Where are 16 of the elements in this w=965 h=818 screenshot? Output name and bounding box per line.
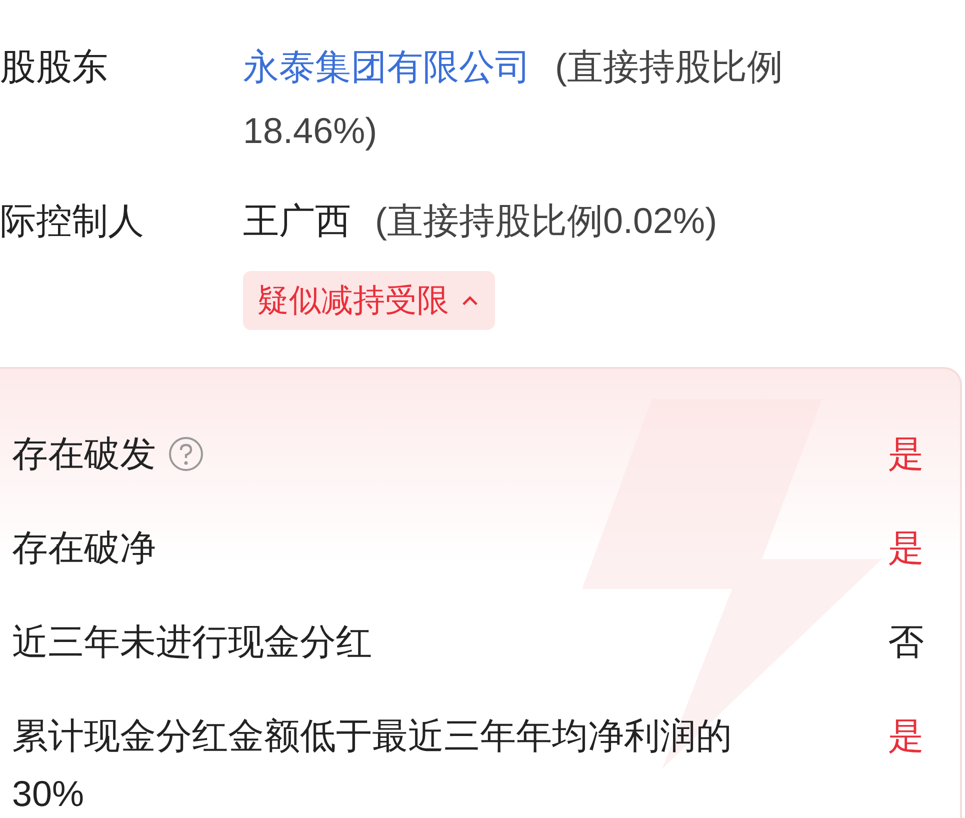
field-label: 际控制人	[0, 199, 145, 243]
shareholder-info: 王广西 (直接持股比例0.02%)	[243, 199, 718, 243]
check-label: 近三年未进行现金分红	[12, 620, 372, 664]
company-link[interactable]: 永泰集团有限公司	[243, 46, 531, 87]
help-icon[interactable]	[168, 436, 204, 472]
field-label: 股股东	[0, 45, 109, 89]
check-value: 否	[888, 620, 924, 664]
restriction-tag[interactable]: 疑似减持受限	[243, 271, 495, 330]
check-label: 累计现金分红金额低于最近三年年均净利润的30%	[12, 714, 733, 816]
check-value: 是	[888, 526, 924, 570]
person-name: 王广西	[243, 200, 351, 241]
check-label: 存在破净	[12, 526, 156, 570]
check-value: 是	[888, 432, 924, 476]
shareholder-info: 永泰集团有限公司 (直接持股比例18.46%)	[243, 45, 784, 153]
check-value: 是	[888, 714, 924, 758]
check-label: 存在破发	[12, 432, 156, 476]
